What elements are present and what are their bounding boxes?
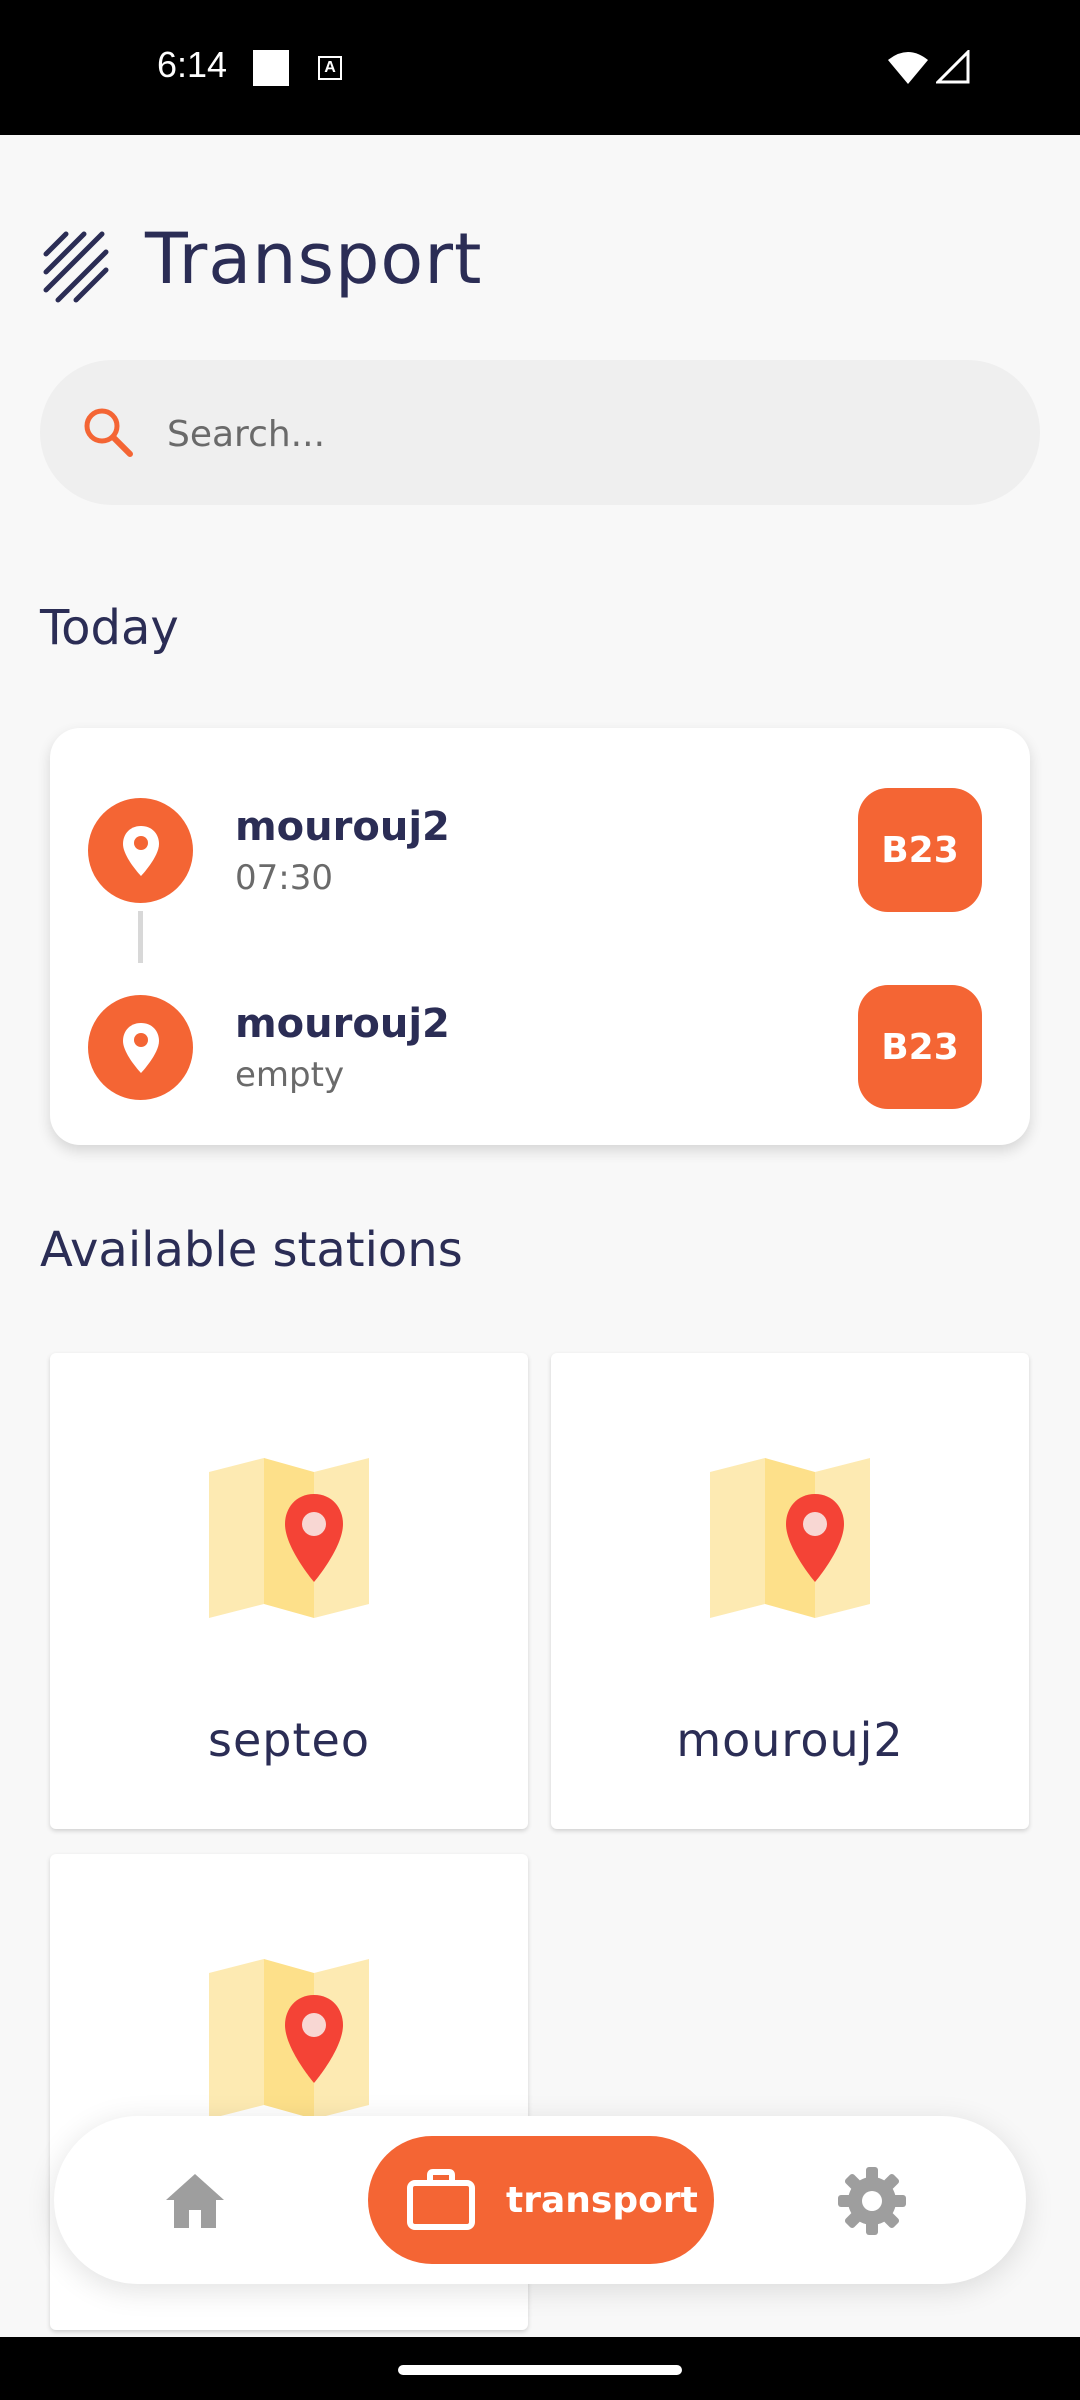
trip-station-name: mourouj2	[235, 804, 450, 850]
station-name: septeo	[208, 1713, 370, 1767]
system-nav-bar	[0, 2337, 1080, 2400]
trip-connector-line	[138, 911, 143, 963]
trip-time: empty	[235, 1055, 345, 1095]
wifi-icon	[888, 52, 928, 84]
search-input[interactable]	[165, 402, 989, 466]
trip-time: 07:30	[235, 858, 333, 898]
location-pin-icon	[88, 798, 193, 903]
gear-icon[interactable]	[836, 2165, 908, 2237]
station-card-septeo[interactable]: septeo	[50, 1353, 528, 1829]
map-pin-icon	[209, 1458, 369, 1618]
transport-tab-label: transport	[506, 2179, 698, 2221]
briefcase-icon	[407, 2169, 475, 2230]
page-title: Transport	[145, 218, 483, 300]
today-trips-card: mourouj2 07:30 B23 mourouj2 empty B23	[50, 728, 1030, 1145]
trip-row[interactable]: mourouj2 empty B23	[50, 983, 1030, 1109]
location-pin-icon	[88, 995, 193, 1100]
home-icon[interactable]	[162, 2168, 228, 2234]
home-gesture-handle[interactable]	[398, 2365, 682, 2375]
notification-a-icon: A	[318, 56, 342, 80]
stations-section-title: Available stations	[40, 1222, 463, 1278]
search-bar[interactable]	[40, 360, 1040, 505]
status-time: 6:14	[157, 44, 228, 85]
status-bar: 6:14 A	[0, 0, 1080, 135]
trip-row[interactable]: mourouj2 07:30 B23	[50, 786, 1030, 912]
station-name: mourouj2	[676, 1713, 904, 1767]
bus-line-badge: B23	[858, 788, 982, 912]
station-card-mourouj2[interactable]: mourouj2	[551, 1353, 1029, 1829]
today-section-title: Today	[40, 600, 179, 656]
trip-station-name: mourouj2	[235, 1001, 450, 1047]
notification-square-icon	[253, 50, 289, 86]
transport-tab-button[interactable]: transport	[368, 2136, 714, 2264]
signal-icon	[936, 50, 970, 84]
map-pin-icon	[710, 1458, 870, 1618]
map-pin-icon	[209, 1959, 369, 2119]
search-icon	[84, 408, 133, 457]
bottom-navigation: transport	[54, 2116, 1026, 2284]
app-logo-icon	[43, 231, 109, 303]
bus-line-badge: B23	[858, 985, 982, 1109]
